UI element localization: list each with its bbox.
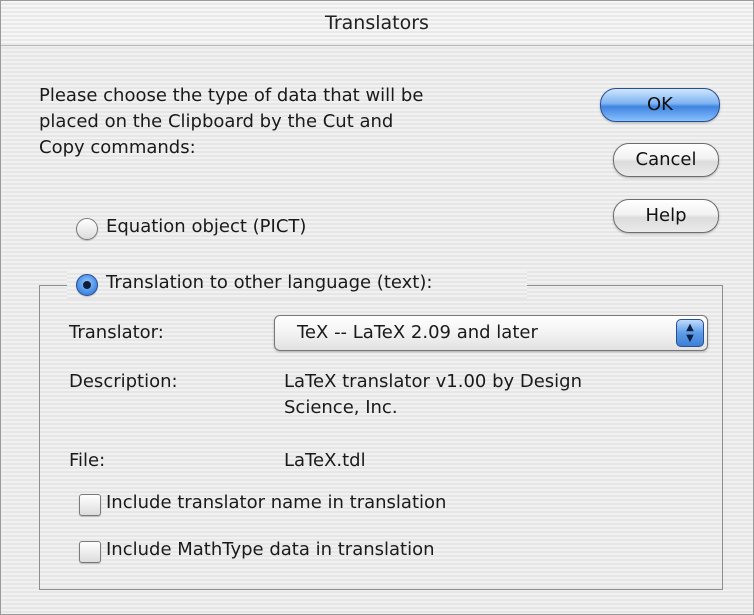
intro-text: Please choose the type of data that will… xyxy=(39,85,424,158)
help-button[interactable]: Help xyxy=(613,199,719,233)
include-mathtype-data-label[interactable]: Include MathType data in translation xyxy=(106,539,435,560)
ok-button[interactable]: OK xyxy=(600,88,720,122)
translator-select[interactable]: TeX -- LaTeX 2.09 and later ▲ ▼ xyxy=(274,315,708,351)
include-translator-name-checkbox[interactable] xyxy=(79,494,101,516)
file-label: File: xyxy=(69,450,106,471)
title-bar[interactable]: Translators xyxy=(1,1,753,46)
window-title: Translators xyxy=(325,12,429,34)
chevron-updown-icon: ▲ ▼ xyxy=(676,319,704,347)
description-value-line1: LaTeX translator v1.00 by Design xyxy=(284,371,583,392)
cancel-button[interactable]: Cancel xyxy=(613,143,719,177)
translator-select-value: TeX -- LaTeX 2.09 and later xyxy=(297,322,538,343)
equation-object-label[interactable]: Equation object (PICT) xyxy=(106,216,306,237)
include-mathtype-data-checkbox[interactable] xyxy=(79,541,101,563)
file-value: LaTeX.tdl xyxy=(284,450,366,471)
description-label: Description: xyxy=(69,371,178,392)
include-translator-name-label[interactable]: Include translator name in translation xyxy=(106,492,446,513)
translation-label[interactable]: Translation to other language (text): xyxy=(106,272,432,293)
translator-label: Translator: xyxy=(69,322,164,343)
equation-object-radio[interactable] xyxy=(76,218,98,240)
description-value-line2: Science, Inc. xyxy=(284,397,398,418)
translators-dialog: Translators Please choose the type of da… xyxy=(0,0,754,615)
translation-radio[interactable] xyxy=(76,274,98,296)
